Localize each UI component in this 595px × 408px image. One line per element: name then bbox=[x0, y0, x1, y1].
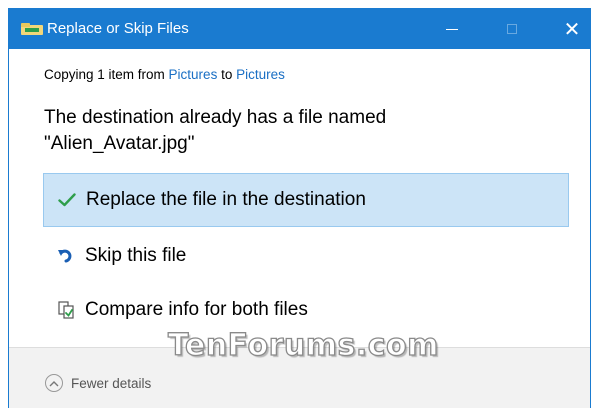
compare-files-icon bbox=[57, 300, 85, 320]
destination-folder-link[interactable]: Pictures bbox=[236, 67, 285, 82]
minimize-button[interactable] bbox=[429, 9, 475, 49]
fewer-details-toggle[interactable]: Fewer details bbox=[45, 374, 151, 392]
file-copy-app-icon bbox=[21, 23, 43, 35]
source-folder-link[interactable]: Pictures bbox=[169, 67, 218, 82]
conflict-message-line1: The destination already has a file named bbox=[44, 107, 387, 128]
copy-status-prefix: Copying 1 item from bbox=[44, 67, 169, 82]
copy-status-text: Copying 1 item from Pictures to Pictures bbox=[44, 67, 285, 82]
close-icon: ✕ bbox=[563, 17, 581, 41]
window-title: Replace or Skip Files bbox=[47, 20, 189, 37]
skip-arrow-icon bbox=[57, 247, 85, 265]
copy-status-middle: to bbox=[217, 67, 237, 82]
minimize-icon bbox=[446, 28, 458, 30]
skip-file-label: Skip this file bbox=[85, 245, 187, 266]
replace-file-label: Replace the file in the destination bbox=[86, 189, 366, 210]
compare-files-label: Compare info for both files bbox=[85, 299, 308, 320]
fewer-details-label: Fewer details bbox=[71, 375, 152, 391]
checkmark-icon bbox=[58, 193, 86, 207]
chevron-up-icon bbox=[45, 374, 63, 392]
close-button[interactable]: ✕ bbox=[549, 9, 590, 49]
skip-file-option[interactable]: Skip this file bbox=[43, 229, 569, 283]
replace-file-option[interactable]: Replace the file in the destination bbox=[43, 173, 569, 227]
conflict-message-filename: "Alien_Avatar.jpg" bbox=[44, 133, 195, 154]
conflict-message: The destination already has a file named… bbox=[44, 105, 544, 157]
title-bar[interactable]: Replace or Skip Files ✕ bbox=[9, 9, 590, 49]
tenforums-watermark: TenForums.com bbox=[167, 327, 439, 363]
maximize-icon bbox=[507, 24, 517, 34]
maximize-button bbox=[489, 9, 535, 49]
